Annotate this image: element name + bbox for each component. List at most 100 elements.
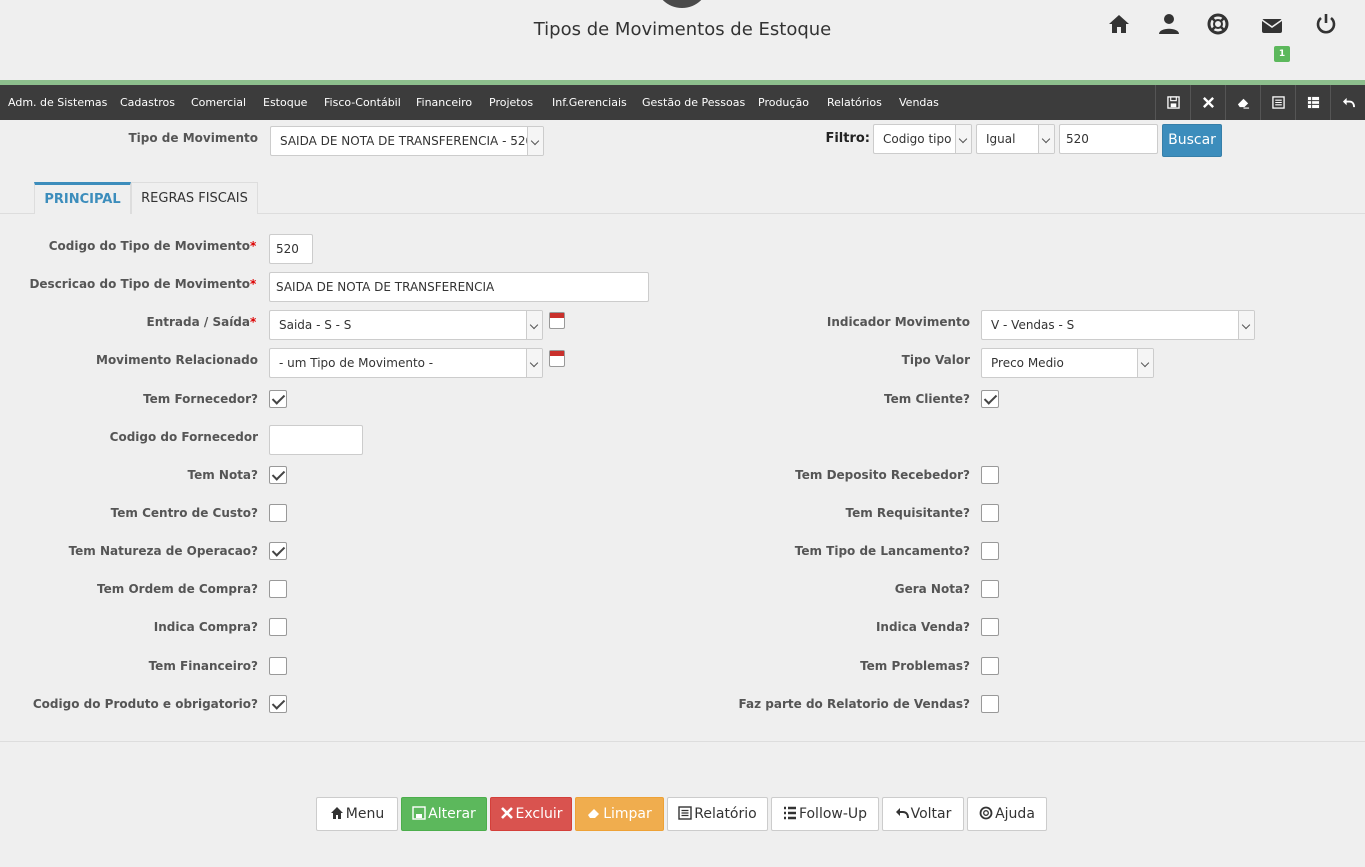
required-mark: * (250, 239, 257, 253)
eraser-icon (1237, 98, 1250, 109)
alterar-button[interactable]: Alterar (401, 797, 487, 831)
tool-table-button[interactable] (1295, 85, 1330, 120)
required-mark: * (250, 277, 257, 291)
logo-toggle[interactable]: ⌄ (655, 0, 709, 8)
tipo-valor-label: Tipo Valor (901, 353, 970, 367)
tem-centro-custo-label: Tem Centro de Custo? (110, 506, 258, 520)
chevron-down-icon (955, 125, 971, 153)
relacionado-select[interactable]: - um Tipo de Movimento - (269, 348, 543, 378)
tem-nota-label: Tem Nota? (187, 468, 259, 482)
indicador-value: V - Vendas - S (991, 318, 1075, 332)
menu-inf-gerenciais[interactable]: Inf.Gerenciais (552, 85, 627, 120)
chevron-down-icon (1238, 311, 1254, 339)
menu-button[interactable]: Menu (316, 797, 398, 831)
relacionado-label: Movimento Relacionado (96, 353, 258, 367)
excluir-button[interactable]: Excluir (490, 797, 572, 831)
menu-adm-sistemas[interactable]: Adm. de Sistemas (8, 85, 107, 120)
filtro-operador-select[interactable]: Igual (976, 124, 1055, 154)
relatorio-vendas-checkbox[interactable] (981, 695, 999, 713)
tool-close-button[interactable] (1190, 85, 1225, 120)
cod-fornecedor-label: Codigo do Fornecedor (109, 430, 258, 444)
menu-cadastros[interactable]: Cadastros (120, 85, 175, 120)
menu-relatorios[interactable]: Relatórios (827, 85, 882, 120)
tool-save-button[interactable] (1155, 85, 1190, 120)
voltar-button[interactable]: Voltar (882, 797, 964, 831)
chevron-down-icon (526, 311, 542, 339)
cod-fornecedor-input[interactable] (269, 425, 363, 455)
filtro-operador-value: Igual (986, 132, 1016, 146)
chevron-down-icon (527, 127, 543, 155)
indicador-select[interactable]: V - Vendas - S (981, 310, 1255, 340)
menu-fisco-contabil[interactable]: Fisco-Contábil (324, 85, 401, 120)
indica-venda-checkbox[interactable] (981, 618, 999, 636)
tem-tipo-lancamento-checkbox[interactable] (981, 542, 999, 560)
calendar-icon[interactable] (549, 312, 565, 329)
tool-report-button[interactable] (1260, 85, 1295, 120)
tab-principal[interactable]: PRINCIPAL (34, 182, 131, 214)
menu-projetos[interactable]: Projetos (489, 85, 533, 120)
indica-compra-label: Indica Compra? (153, 620, 258, 634)
produto-obrigatorio-checkbox[interactable] (269, 695, 287, 713)
filtro-valor-input[interactable]: 520 (1059, 124, 1158, 154)
tem-fornecedor-label: Tem Fornecedor? (143, 392, 258, 406)
entrada-saida-value: Saida - S - S (279, 318, 352, 332)
tipo-valor-value: Preco Medio (991, 356, 1064, 370)
relacionado-value: - um Tipo de Movimento - (279, 356, 434, 370)
tem-natureza-checkbox[interactable] (269, 542, 287, 560)
menu-financeiro[interactable]: Financeiro (416, 85, 472, 120)
buscar-button[interactable]: Buscar (1162, 124, 1222, 157)
ajuda-button[interactable]: Ajuda (967, 797, 1047, 831)
gera-nota-checkbox[interactable] (981, 580, 999, 598)
eraser-icon (588, 809, 600, 818)
tem-financeiro-label: Tem Financeiro? (148, 659, 258, 673)
relatorio-button[interactable]: Relatório (667, 797, 768, 831)
tem-nota-checkbox[interactable] (269, 466, 287, 484)
tem-cliente-checkbox[interactable] (981, 390, 999, 408)
menu-comercial[interactable]: Comercial (191, 85, 246, 120)
descricao-label: Descricao do Tipo de Movimento (29, 277, 250, 291)
descricao-input[interactable]: SAIDA DE NOTA DE TRANSFERENCIA (269, 272, 649, 302)
tem-problemas-label: Tem Problemas? (860, 659, 970, 673)
tem-deposito-label: Tem Deposito Recebedor? (795, 468, 970, 482)
tem-problemas-checkbox[interactable] (981, 657, 999, 675)
filtro-campo-select[interactable]: Codigo tipo (873, 124, 972, 154)
tipo-movimento-label: Tipo de Movimento (128, 131, 258, 145)
menu-vendas[interactable]: Vendas (899, 85, 939, 120)
produto-obrigatorio-label: Codigo do Produto e obrigatorio? (32, 697, 258, 711)
tem-centro-custo-checkbox[interactable] (269, 504, 287, 522)
chevron-down-icon: ⌄ (676, 0, 688, 2)
app-header: ⌄ Tipos de Movimentos de Estoque 1 (0, 0, 1365, 80)
relatorio-vendas-label: Faz parte do Relatorio de Vendas? (738, 697, 970, 711)
codigo-label: Codigo do Tipo de Movimento (48, 239, 250, 253)
lifebuoy-icon[interactable] (1206, 12, 1230, 36)
calendar-icon[interactable] (549, 350, 565, 367)
tipo-movimento-select[interactable]: SAIDA DE NOTA DE TRANSFERENCIA - 520 - (270, 126, 544, 156)
tem-deposito-checkbox[interactable] (981, 466, 999, 484)
tem-fornecedor-checkbox[interactable] (269, 390, 287, 408)
home-icon[interactable] (1107, 12, 1131, 36)
tem-financeiro-checkbox[interactable] (269, 657, 287, 675)
envelope-icon[interactable] (1260, 14, 1284, 38)
limpar-button[interactable]: Limpar (575, 797, 664, 831)
user-icon[interactable] (1157, 12, 1181, 36)
menu-gestao-pessoas[interactable]: Gestão de Pessoas (642, 85, 745, 120)
tool-back-button[interactable] (1330, 85, 1365, 120)
close-icon (500, 807, 513, 819)
follow-up-button[interactable]: Follow-Up (771, 797, 879, 831)
tool-eraser-button[interactable] (1225, 85, 1260, 120)
tab-regras-fiscais[interactable]: REGRAS FISCAIS (131, 182, 258, 214)
tem-ordem-compra-checkbox[interactable] (269, 580, 287, 598)
menu-producao[interactable]: Produção (758, 85, 809, 120)
entrada-saida-select[interactable]: Saida - S - S (269, 310, 543, 340)
tipo-valor-select[interactable]: Preco Medio (981, 348, 1154, 378)
close-icon (1203, 97, 1214, 108)
chevron-down-icon (1038, 125, 1054, 153)
power-icon[interactable] (1314, 12, 1338, 36)
indica-compra-checkbox[interactable] (269, 618, 287, 636)
main-menu: Adm. de Sistemas Cadastros Comercial Est… (0, 85, 1365, 120)
codigo-input[interactable]: 520 (269, 234, 313, 264)
filtro-label: Filtro: (825, 131, 870, 146)
list-icon (783, 806, 796, 820)
menu-estoque[interactable]: Estoque (263, 85, 307, 120)
tem-requisitante-checkbox[interactable] (981, 504, 999, 522)
